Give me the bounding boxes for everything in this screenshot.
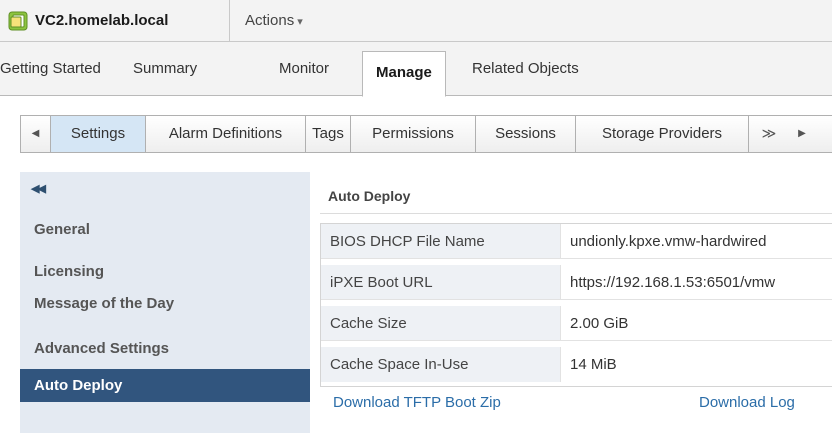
property-value: https://192.168.1.53:6501/vmw bbox=[570, 274, 776, 291]
subtab-settings[interactable]: Settings bbox=[51, 116, 146, 152]
tab-summary[interactable]: Summary bbox=[133, 60, 197, 77]
download-log-link[interactable]: Download Log bbox=[699, 394, 795, 411]
sidebar-item-auto-deploy[interactable]: Auto Deploy bbox=[20, 369, 310, 402]
section-divider bbox=[320, 213, 832, 214]
vcenter-icon bbox=[8, 11, 28, 31]
sidebar-item-advanced-settings[interactable]: Advanced Settings bbox=[20, 332, 310, 365]
property-row: BIOS DHCP File Name undionly.kpxe.vmw-ha… bbox=[321, 224, 832, 259]
property-row: iPXE Boot URL https://192.168.1.53:6501/… bbox=[321, 265, 832, 300]
property-row: Cache Space In-Use 14 MiB bbox=[321, 347, 832, 382]
object-title: VC2.homelab.local bbox=[35, 12, 169, 29]
actions-label: Actions bbox=[245, 12, 295, 29]
sidebar-item-licensing[interactable]: Licensing bbox=[20, 255, 310, 288]
property-value: 14 MiB bbox=[570, 356, 617, 373]
subtab-sessions[interactable]: Sessions bbox=[476, 116, 576, 152]
more-tabs-icon[interactable]: ≫ bbox=[751, 116, 787, 152]
sidebar-item-message-of-the-day[interactable]: Message of the Day bbox=[20, 287, 310, 320]
tab-monitor[interactable]: Monitor bbox=[279, 60, 329, 77]
title-bar: VC2.homelab.local Actions ▾ bbox=[0, 0, 832, 42]
subtab-alarm-definitions[interactable]: Alarm Definitions bbox=[146, 116, 306, 152]
property-label: BIOS DHCP File Name bbox=[321, 224, 561, 258]
tab-related-objects[interactable]: Related Objects bbox=[472, 60, 579, 77]
property-label: Cache Size bbox=[321, 306, 561, 340]
tab-getting-started[interactable]: Getting Started bbox=[0, 60, 101, 77]
property-row: Cache Size 2.00 GiB bbox=[321, 306, 832, 341]
subtab-storage-providers[interactable]: Storage Providers bbox=[576, 116, 749, 152]
download-tftp-boot-zip-link[interactable]: Download TFTP Boot Zip bbox=[333, 394, 501, 411]
caret-down-icon: ▾ bbox=[297, 16, 303, 28]
subtab-permissions[interactable]: Permissions bbox=[351, 116, 476, 152]
sidebar-item-general[interactable]: General bbox=[20, 213, 310, 246]
auto-deploy-properties: BIOS DHCP File Name undionly.kpxe.vmw-ha… bbox=[320, 223, 832, 387]
settings-subtab-bar: ◀ Settings Alarm Definitions Tags Permis… bbox=[20, 115, 832, 153]
settings-sidebar: ◀◀ General Licensing Message of the Day … bbox=[20, 172, 310, 433]
scroll-right-icon[interactable]: ▶ bbox=[787, 116, 817, 152]
actions-menu[interactable]: Actions ▾ bbox=[245, 12, 303, 29]
collapse-sidebar-icon[interactable]: ◀◀ bbox=[31, 182, 46, 195]
subtab-tags[interactable]: Tags bbox=[306, 116, 351, 152]
tab-manage[interactable]: Manage bbox=[362, 51, 446, 97]
title-divider bbox=[229, 0, 230, 42]
property-label: Cache Space In-Use bbox=[321, 347, 561, 382]
primary-tab-bar: Getting Started Summary Monitor Manage R… bbox=[0, 42, 832, 97]
property-value: undionly.kpxe.vmw-hardwired bbox=[570, 233, 767, 250]
property-value: 2.00 GiB bbox=[570, 315, 629, 332]
property-label: iPXE Boot URL bbox=[321, 265, 561, 299]
section-title: Auto Deploy bbox=[328, 188, 411, 204]
scroll-left-icon[interactable]: ◀ bbox=[21, 116, 51, 152]
